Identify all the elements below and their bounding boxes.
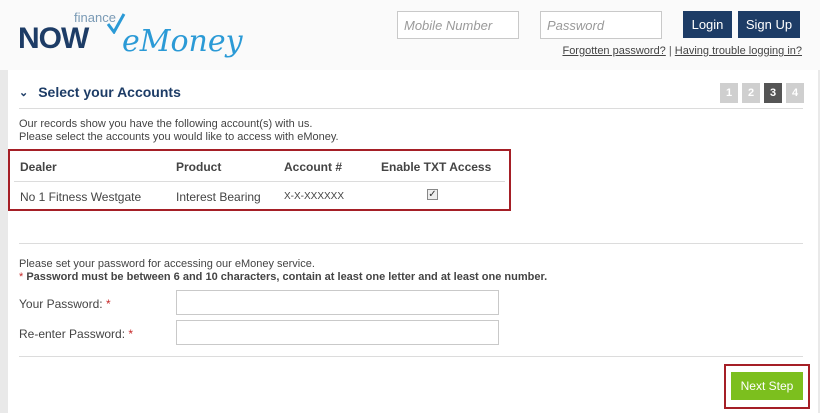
intro-line-2: Please select the accounts you would lik…	[19, 131, 339, 143]
logo-emoney-text: eMoney	[122, 24, 243, 59]
reenter-password-input[interactable]	[176, 320, 499, 345]
col-header-account: Account #	[284, 160, 343, 174]
password-rule: * Password must be between 6 and 10 char…	[19, 271, 547, 284]
col-header-txt-access: Enable TXT Access	[381, 160, 492, 174]
col-header-product: Product	[176, 160, 222, 174]
cell-dealer: No 1 Fitness Westgate	[20, 190, 142, 204]
section-header[interactable]: ⌄ Select your Accounts	[19, 84, 181, 100]
divider	[19, 243, 803, 244]
step-2: 2	[742, 83, 760, 103]
section-title: Select your Accounts	[38, 84, 181, 100]
password-instructions: Please set your password for accessing o…	[19, 258, 547, 284]
next-step-button[interactable]: Next Step	[731, 372, 803, 400]
forgotten-password-link[interactable]: Forgotten password?	[562, 45, 665, 57]
your-password-input[interactable]	[176, 290, 499, 315]
link-separator: |	[668, 45, 672, 57]
reenter-password-label-text: Re-enter Password:	[19, 327, 126, 341]
step-indicator: 1 2 3 4	[720, 83, 804, 103]
reenter-password-label: Re-enter Password: *	[19, 327, 133, 341]
mobile-number-input[interactable]	[397, 11, 519, 39]
header-links: Forgotten password? | Having trouble log…	[562, 45, 802, 57]
cell-product: Interest Bearing	[176, 190, 261, 204]
accounts-intro: Our records show you have the following …	[19, 118, 339, 144]
col-header-dealer: Dealer	[20, 160, 57, 174]
chevron-down-icon: ⌄	[19, 86, 29, 99]
cell-account: X-X-XXXXXX	[284, 191, 345, 202]
password-intro: Please set your password for accessing o…	[19, 258, 315, 270]
password-input[interactable]	[540, 11, 662, 39]
accounts-table: Dealer Product Account # Enable TXT Acce…	[8, 149, 511, 211]
trouble-logging-in-link[interactable]: Having trouble logging in?	[675, 45, 802, 57]
your-password-label: Your Password: *	[19, 297, 111, 311]
txt-access-checkbox[interactable]: ✓	[427, 189, 438, 200]
your-password-label-text: Your Password:	[19, 297, 103, 311]
password-rule-text: Password must be between 6 and 10 charac…	[26, 271, 548, 283]
login-button[interactable]: Login	[683, 11, 732, 38]
divider	[19, 108, 803, 109]
finance-now-emoney-logo: finance NOW eMoney	[18, 8, 243, 64]
signup-button[interactable]: Sign Up	[738, 11, 800, 38]
step-4: 4	[786, 83, 804, 103]
required-star: *	[19, 271, 24, 283]
table-header-divider	[14, 181, 505, 182]
intro-line-1: Our records show you have the following …	[19, 118, 313, 130]
main-panel: ⌄ Select your Accounts 1 2 3 4 Our recor…	[8, 70, 818, 413]
next-step-highlight: Next Step	[724, 364, 810, 409]
step-3-active: 3	[764, 83, 782, 103]
divider	[19, 356, 803, 357]
step-1: 1	[720, 83, 738, 103]
required-star: *	[105, 297, 111, 311]
logo-now-text: NOW	[18, 22, 89, 55]
required-star: *	[128, 327, 134, 341]
header: finance NOW eMoney Login Sign Up Forgott…	[0, 0, 820, 70]
